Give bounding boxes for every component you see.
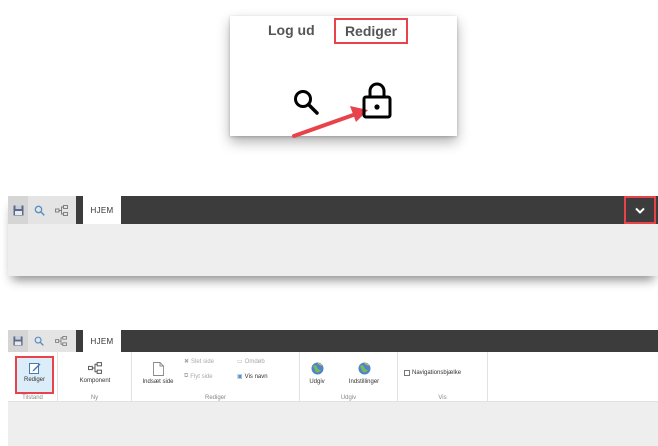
collapse-toggle-button[interactable] (624, 196, 656, 224)
group-label-new: Ny (90, 395, 99, 401)
save-icon (13, 336, 23, 346)
save-button[interactable] (8, 330, 28, 352)
component-button[interactable]: Komponent (72, 362, 118, 384)
insert-page-button[interactable]: Indsæt side (136, 362, 180, 385)
sitemap-icon (54, 204, 68, 216)
group-show: Navigationsbjælke Vis (398, 352, 488, 402)
search-icon (34, 205, 45, 216)
component-icon (88, 362, 102, 374)
group-publish: Udgiv Indstillinger Udgiv (300, 352, 398, 402)
insert-page-label: Indsæt side (142, 379, 174, 385)
globe-icon (311, 362, 323, 375)
ribbon-body-collapsed (8, 224, 658, 276)
quick-access (8, 330, 76, 352)
component-label: Komponent (79, 378, 111, 384)
globe-settings-icon (358, 362, 370, 375)
show-name-button[interactable]: ▣ Vis navn (237, 373, 268, 381)
edit-button-content: Rediger (17, 362, 52, 383)
group-label-edit: Rediger (204, 395, 226, 401)
sitemap-button[interactable] (50, 196, 72, 224)
rename-button[interactable]: ▭ Omdøb (237, 358, 265, 366)
group-label-state: Tilstand (22, 395, 43, 401)
sitemap-button[interactable] (50, 330, 72, 352)
sitemap-icon (55, 336, 67, 346)
toolbar: HJEM (8, 330, 658, 352)
delete-page-button[interactable]: ✖ Slet side (184, 358, 215, 366)
logout-link[interactable]: Log ud (268, 22, 315, 38)
edit-link[interactable]: Rediger (334, 18, 408, 44)
expanded-ribbon: HJEM Tilstand Komponent Ny Indsæt side ✖… (8, 330, 658, 446)
settings-button[interactable]: Indstillinger (342, 362, 386, 385)
chevron-down-icon (635, 207, 645, 214)
rename-label: Omdøb (244, 358, 265, 365)
navigation-bar-checkbox[interactable]: Navigationsbjælke (404, 370, 461, 376)
settings-label: Indstillinger (348, 379, 380, 385)
save-button[interactable] (8, 196, 28, 224)
checkbox-icon (404, 370, 410, 376)
quick-access (8, 196, 76, 224)
move-page-icon: ⧉ (184, 373, 189, 379)
search-button[interactable] (28, 330, 50, 352)
save-icon (13, 205, 23, 215)
toolbar: HJEM (8, 196, 658, 224)
delete-page-label: Slet side (191, 358, 215, 365)
edit-button-label: Rediger (23, 377, 45, 383)
collapsed-ribbon: HJEM (8, 196, 658, 276)
group-new: Komponent Ny (58, 352, 132, 402)
page-add-icon (152, 362, 164, 376)
group-label-publish: Udgiv (340, 395, 357, 401)
edit-button[interactable]: Rediger (15, 356, 54, 394)
edit-icon (28, 363, 40, 374)
group-edit: Indsæt side ✖ Slet side ▭ Omdøb ⧉ Flyt s… (132, 352, 300, 402)
window-icon: ▣ (237, 374, 243, 380)
search-button[interactable] (28, 196, 50, 224)
page-canvas (8, 402, 658, 446)
search-icon (34, 336, 44, 346)
move-page-label: Flyt side (190, 373, 213, 380)
ribbon: Tilstand Komponent Ny Indsæt side ✖ Slet… (8, 352, 658, 402)
tab-home[interactable]: HJEM (83, 330, 121, 352)
group-label-show: Vis (438, 395, 447, 401)
publish-button[interactable]: Udgiv (304, 362, 330, 385)
tab-home[interactable]: HJEM (83, 196, 121, 224)
navigation-bar-label: Navigationsbjælke (412, 370, 462, 376)
delete-icon: ✖ (184, 359, 190, 365)
rename-icon: ▭ (237, 359, 243, 365)
publish-label: Udgiv (309, 379, 325, 385)
account-popup: Log ud Rediger (230, 16, 457, 138)
lock-icon[interactable] (361, 80, 393, 120)
move-page-button[interactable]: ⧉ Flyt side (184, 373, 213, 380)
show-name-label: Vis navn (244, 373, 268, 380)
